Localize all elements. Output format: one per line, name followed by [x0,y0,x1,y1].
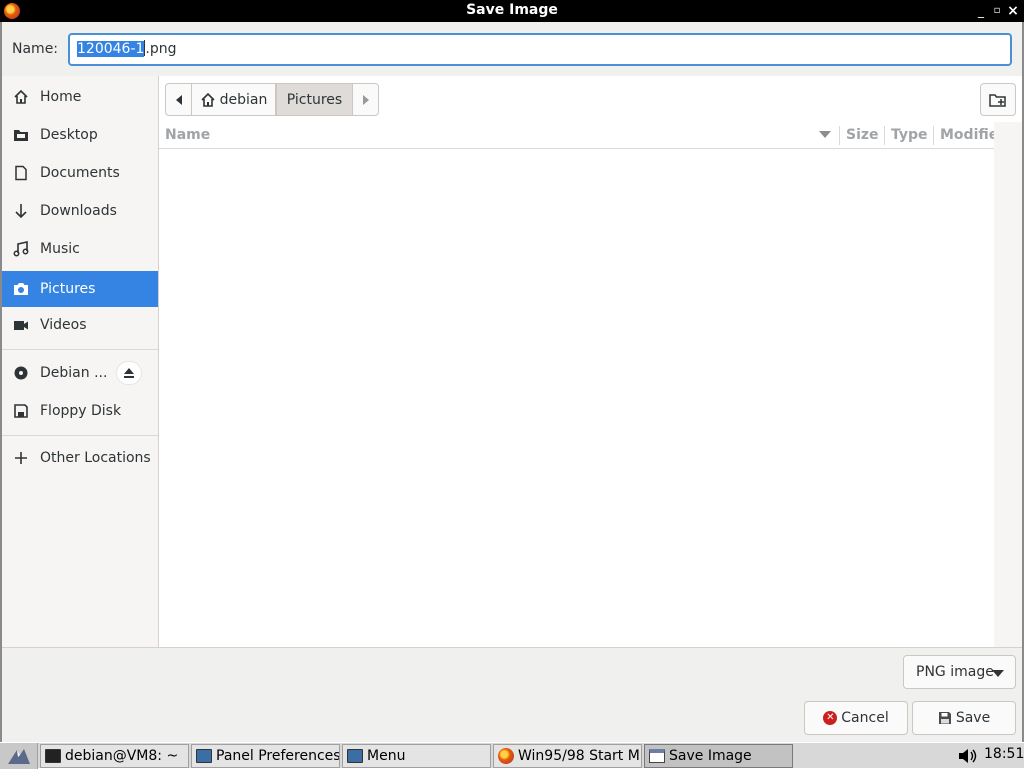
eject-icon[interactable] [116,361,142,385]
start-menu-button[interactable] [0,743,38,769]
cancel-button[interactable]: ✕ Cancel [804,701,908,735]
name-row: Name: 120046-1.png [2,22,1022,76]
close-button[interactable]: × [1006,3,1020,19]
volume-icon[interactable] [958,748,978,768]
path-scroll-right-button[interactable] [353,83,379,116]
sidebar-item-home[interactable]: Home [2,79,158,115]
disc-icon [2,365,40,381]
column-header-type[interactable]: Type [891,127,928,143]
taskbar-item-label: Menu [367,748,406,764]
sidebar-item-debian-disc[interactable]: Debian ... [2,355,158,391]
column-header-name[interactable]: Name [165,127,210,143]
taskbar-item-panel-preferences[interactable]: Panel Preferences [191,744,340,768]
sidebar-separator [2,349,158,350]
path-bar: debian Pictures [159,76,1022,122]
sidebar-item-label: Other Locations [40,450,151,466]
music-icon [2,241,40,257]
column-separator [933,126,934,145]
taskbar-item-firefox[interactable]: Win95/98 Start M... [493,744,642,768]
sidebar-item-label: Downloads [40,203,117,219]
filename-selected-text: 120046-1 [77,41,145,57]
clock[interactable]: 18:51 [984,746,1024,762]
sidebar-item-floppy[interactable]: Floppy Disk [2,393,158,429]
start-menu-icon [7,749,30,764]
sidebar-item-pictures[interactable]: Pictures [2,271,158,307]
document-icon [2,165,40,181]
monitor-icon [196,749,212,763]
sidebar-item-label: Floppy Disk [40,403,122,419]
window-icon [649,749,665,763]
taskbar-item-save-image[interactable]: Save Image [644,744,793,768]
maximize-button[interactable]: ▫ [990,3,1004,19]
sidebar-item-label: Home [40,89,82,105]
chevron-right-icon [362,94,369,105]
filter-label: PNG image [916,664,994,680]
floppy-icon [2,403,40,419]
plus-icon [2,451,40,465]
taskbar: debian@VM8: ~ Panel Preferences Menu Win… [0,742,1024,769]
sidebar-item-music[interactable]: Music [2,231,158,267]
title-bar: Save Image _ ▫ × [0,0,1024,22]
breadcrumb-pictures[interactable]: Pictures [276,83,353,116]
firefox-icon [498,748,514,764]
new-folder-icon [989,93,1006,107]
sidebar-item-videos[interactable]: Videos [2,307,158,343]
taskbar-item-menu[interactable]: Menu [342,744,491,768]
sidebar-item-label: Desktop [40,127,98,143]
camera-icon [2,281,40,297]
breadcrumb-label: debian [219,91,268,108]
sidebar-item-documents[interactable]: Documents [2,155,158,191]
file-list[interactable]: Name Size Type Modifie [159,122,994,647]
taskbar-item-label: debian@VM8: ~ [65,748,179,764]
sidebar-item-label: Music [40,241,80,257]
filename-rest-text: .png [145,41,177,57]
column-header-size[interactable]: Size [846,127,879,143]
save-button[interactable]: Save [912,701,1016,735]
sidebar-item-label: Videos [40,317,87,333]
cancel-icon: ✕ [823,711,838,725]
chevron-left-icon [175,94,182,105]
sidebar-item-desktop[interactable]: Desktop [2,117,158,153]
window-title: Save Image [466,2,558,18]
sidebar-item-label: Debian ... [40,365,108,381]
sidebar-item-label: Documents [40,165,120,181]
sidebar-item-label: Pictures [40,281,96,297]
sidebar-item-other-locations[interactable]: Other Locations [2,440,158,476]
video-icon [2,317,40,333]
column-separator [884,126,885,145]
places-sidebar: Home Desktop Documents Downloads Music P… [2,76,159,647]
file-list-scroll-area [994,122,1022,647]
taskbar-item-label: Panel Preferences [216,748,340,764]
home-icon [2,89,40,105]
caret-down-icon [992,670,1004,677]
save-label: Save [955,710,991,726]
breadcrumb-label: Pictures [286,91,343,108]
sidebar-separator [2,435,158,436]
file-list-header: Name Size Type Modifie [159,122,994,149]
column-separator [839,126,840,145]
home-icon [201,92,215,107]
save-disk-icon [938,712,951,724]
taskbar-item-label: Win95/98 Start M... [518,748,642,764]
create-folder-button[interactable] [980,83,1016,116]
terminal-icon [45,749,61,763]
cancel-label: Cancel [841,710,889,726]
taskbar-item-label: Save Image [669,748,752,764]
dialog-footer: PNG image ✕ Cancel Save [2,647,1022,742]
name-label: Name: [12,41,59,57]
monitor-icon [347,749,363,763]
desktop-folder-icon [2,127,40,143]
breadcrumb-home[interactable]: debian [191,83,276,116]
minimize-button[interactable]: _ [974,3,988,19]
path-scroll-left-button[interactable] [165,83,191,116]
download-arrow-icon [2,203,40,219]
file-type-filter-dropdown[interactable]: PNG image [903,655,1016,689]
sort-descending-icon [819,131,831,138]
filename-input[interactable]: 120046-1.png [68,33,1012,66]
sidebar-item-downloads[interactable]: Downloads [2,193,158,229]
taskbar-item-terminal[interactable]: debian@VM8: ~ [40,744,189,768]
column-header-modified[interactable]: Modifie [940,127,994,143]
